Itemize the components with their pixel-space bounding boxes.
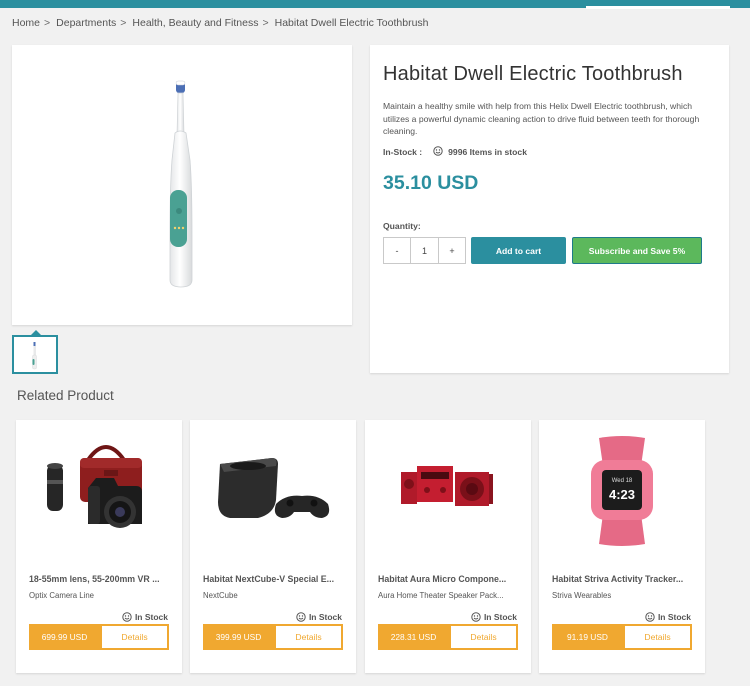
stock-text: In Stock — [134, 612, 168, 622]
related-product-brand: Aura Home Theater Speaker Pack... — [378, 591, 504, 600]
related-product-name[interactable]: Habitat Striva Activity Tracker... — [552, 574, 694, 584]
product-price: 35.10 USD — [383, 172, 479, 194]
related-product-stock: In Stock — [296, 612, 342, 622]
smiley-icon — [433, 146, 443, 158]
tracker-screen-time: 4:23 — [609, 487, 635, 502]
related-product-stock: In Stock — [122, 612, 168, 622]
related-product-card[interactable]: Habitat NextCube-V Special E... NextCube… — [190, 420, 356, 673]
related-product-name[interactable]: 18-55mm lens, 55-200mm VR ... — [29, 574, 171, 584]
details-button[interactable]: Details — [449, 624, 518, 650]
related-product-card[interactable]: Habitat Aura Micro Compone... Aura Home … — [365, 420, 531, 673]
breadcrumb: Home > Departments > Health, Beauty and Fi… — [12, 17, 429, 29]
breadcrumb-separator: > — [262, 17, 269, 29]
details-button[interactable]: Details — [274, 624, 343, 650]
game-console-icon — [218, 458, 330, 518]
product-info-card: Habitat Dwell Electric Toothbrush Mainta… — [370, 45, 729, 373]
activity-tracker-icon: Wed 18 4:23 — [591, 436, 653, 546]
stock-status: In-Stock : 9996 Items in stock — [383, 146, 527, 158]
related-product-name[interactable]: Habitat Aura Micro Compone... — [378, 574, 520, 584]
camera-icon — [47, 445, 142, 528]
breadcrumb-separator: > — [44, 17, 51, 29]
quantity-input[interactable]: 1 — [411, 238, 439, 263]
smiley-icon — [645, 612, 655, 622]
breadcrumb-current: Habitat Dwell Electric Toothbrush — [274, 17, 429, 29]
related-product-stock: In Stock — [645, 612, 691, 622]
related-product-stock: In Stock — [471, 612, 517, 622]
related-product-price: 91.19 USD — [552, 624, 623, 650]
subscribe-and-save-button[interactable]: Subscribe and Save 5% — [572, 237, 702, 264]
stock-text: In Stock — [308, 612, 342, 622]
related-product-brand: Striva Wearables — [552, 591, 612, 600]
quantity-decrease-button[interactable]: - — [384, 238, 411, 263]
related-product-name[interactable]: Habitat NextCube-V Special E... — [203, 574, 345, 584]
stock-text: In Stock — [657, 612, 691, 622]
tracker-screen-date: Wed 18 — [612, 478, 633, 484]
stock-text: In Stock — [483, 612, 517, 622]
quantity-increase-button[interactable]: + — [439, 238, 465, 263]
toothbrush-image[interactable] — [12, 45, 352, 325]
stock-count: 9996 Items in stock — [448, 147, 527, 157]
top-bar-highlight — [586, 6, 730, 9]
stock-label: In-Stock : — [383, 147, 423, 157]
breadcrumb-home[interactable]: Home — [12, 17, 40, 29]
details-button[interactable]: Details — [100, 624, 169, 650]
breadcrumb-category[interactable]: Health, Beauty and Fitness — [132, 17, 258, 29]
related-product-card[interactable]: 18-55mm lens, 55-200mm VR ... Optix Came… — [16, 420, 182, 673]
product-thumbnail[interactable] — [12, 335, 58, 374]
smiley-icon — [296, 612, 306, 622]
details-button[interactable]: Details — [623, 624, 692, 650]
related-product-card[interactable]: Wed 18 4:23 Habitat Striva Activity Trac… — [539, 420, 705, 673]
product-title: Habitat Dwell Electric Toothbrush — [383, 63, 683, 85]
related-product-price: 699.99 USD — [29, 624, 100, 650]
product-image-card — [12, 45, 352, 325]
smiley-icon — [471, 612, 481, 622]
related-product-brand: Optix Camera Line — [29, 591, 95, 600]
related-product-brand: NextCube — [203, 591, 238, 600]
quantity-stepper: - 1 + — [383, 237, 466, 264]
toothbrush-thumbnail-image — [32, 342, 37, 370]
speaker-system-icon — [401, 466, 493, 506]
related-product-price: 399.99 USD — [203, 624, 274, 650]
quantity-label: Quantity: — [383, 221, 421, 231]
add-to-cart-button[interactable]: Add to cart — [471, 237, 566, 264]
smiley-icon — [122, 612, 132, 622]
related-products-heading: Related Product — [17, 388, 114, 403]
breadcrumb-separator: > — [120, 17, 127, 29]
breadcrumb-departments[interactable]: Departments — [56, 17, 116, 29]
product-description: Maintain a healthy smile with help from … — [383, 101, 700, 136]
related-product-price: 228.31 USD — [378, 624, 449, 650]
